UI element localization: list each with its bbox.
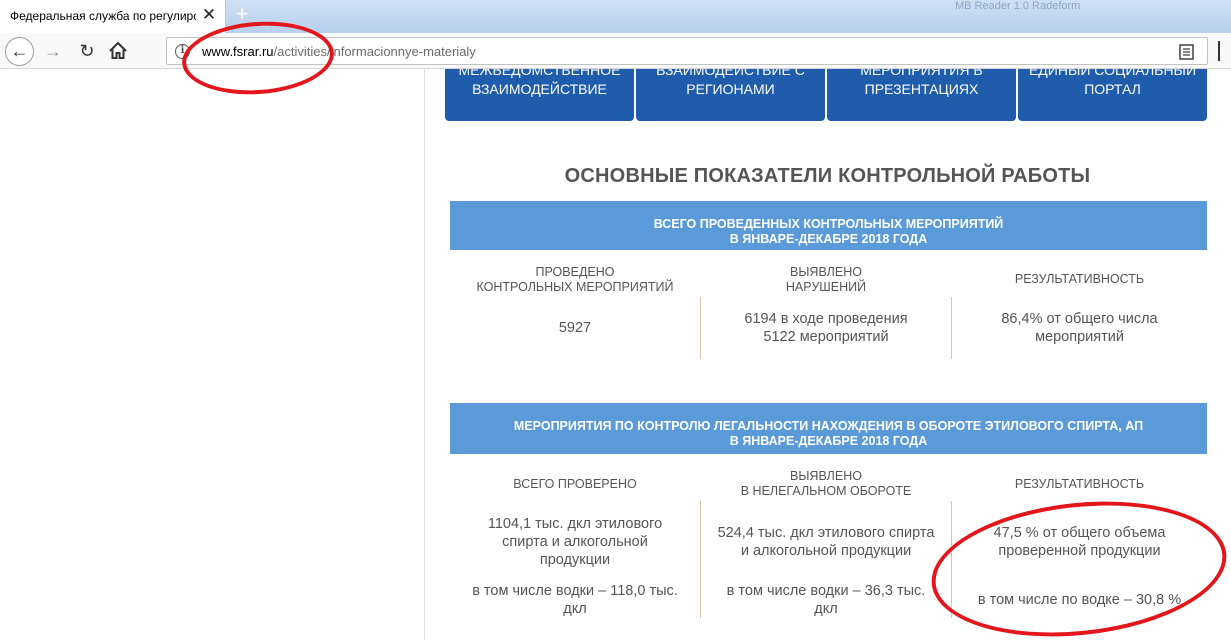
s2-col2-header: Выявлено в нелегальном обороте: [701, 469, 951, 499]
header-line: Выявлено: [790, 469, 862, 483]
value-line: продукции: [539, 552, 611, 568]
band-text-line: В ЯНВАРЕ-ДЕКАБРЕ 2018 ГОДА: [729, 232, 928, 246]
value-line: 1104,1 тыс. дкл этилового: [487, 516, 663, 532]
header-line: нарушений: [785, 280, 867, 294]
value-line: дкл: [814, 601, 838, 617]
section2-header-band: МЕРОПРИЯТИЯ ПО КОНТРОЛЮ ЛЕГАЛЬНОСТИ НАХО…: [450, 403, 1207, 454]
header-line: Выявлено: [790, 265, 862, 279]
button-label-line: мероприятия в: [860, 69, 983, 78]
window-title-ghost: МВ Reader 1.0 Radeform: [955, 0, 1081, 12]
page-content: межведомственное взаимодействие взаимоде…: [0, 69, 1231, 640]
value-line: дкл: [563, 601, 587, 617]
value-line: проверенной продукции: [998, 543, 1161, 559]
toolbar-edge-divider: [1218, 41, 1220, 61]
s1-col3-value: 86,4% от общего числа мероприятий: [952, 310, 1207, 346]
url-domain: www.fsrar.ru: [202, 44, 274, 59]
header-line: Проведено: [535, 265, 615, 279]
left-column-divider: [424, 69, 425, 640]
button-label-line: презентациях: [864, 81, 979, 97]
button-label-line: единый социальный: [1028, 69, 1197, 78]
value-line: мероприятий: [1035, 329, 1124, 345]
s2-col3-subvalue: в том числе по водке – 30,8 %: [977, 592, 1182, 608]
button-label-line: портал: [1084, 81, 1141, 97]
button-label-line: регионами: [686, 81, 775, 97]
social-portal-button[interactable]: единый социальный портал: [1018, 69, 1207, 121]
browser-window: Федеральная служба по регулиро ✕ + МВ Re…: [0, 0, 1231, 640]
value-line: в том числе водки – 118,0 тыс.: [472, 583, 678, 599]
address-bar[interactable]: i www.fsrar.ru/activities/informacionnye…: [166, 37, 1208, 65]
interagency-button[interactable]: межведомственное взаимодействие: [445, 69, 634, 121]
navigation-bar: ← → ↻ i www.fsrar.ru/activities/informac…: [0, 33, 1231, 69]
value-line: 5122 мероприятий: [763, 329, 889, 345]
band-text-line: ВСЕГО ПРОВЕДЕННЫХ КОНТРОЛЬНЫХ МЕРОПРИЯТИ…: [653, 217, 1004, 231]
s1-col2-value: 6194 в ходе проведения 5122 мероприятий: [701, 310, 951, 346]
value-line: и алкогольной продукции: [740, 543, 912, 559]
url-path: /activities/informacionnye-materialy: [273, 44, 476, 59]
tab-title: Федеральная служба по регулиро: [10, 9, 196, 23]
header-line: в нелегальном обороте: [740, 484, 912, 498]
s1-col1-value: 5927: [558, 320, 592, 336]
s2-col3-header: Результативность: [1014, 477, 1145, 491]
reader-view-icon[interactable]: [1179, 44, 1194, 60]
back-button[interactable]: ←: [5, 37, 34, 66]
s1-col1-header: Проведено контрольных мероприятий: [450, 265, 700, 295]
new-tab-icon[interactable]: +: [231, 2, 253, 26]
url-text[interactable]: www.fsrar.ru/activities/informacionnye-m…: [202, 44, 476, 59]
s2-col2-subvalue: в том числе водки – 36,3 тыс. дкл: [701, 582, 951, 618]
button-label-line: взаимодействие: [472, 81, 607, 97]
s1-col2-header: Выявлено нарушений: [701, 265, 951, 295]
value-line: 47,5 % от общего объема: [993, 525, 1166, 541]
section1-header-band: ВСЕГО ПРОВЕДЕННЫХ КОНТРОЛЬНЫХ МЕРОПРИЯТИ…: [450, 201, 1207, 250]
value-line: в том числе водки – 36,3 тыс.: [726, 583, 926, 599]
site-info-icon[interactable]: i: [175, 44, 190, 59]
value-line: 6194 в ходе проведения: [744, 311, 908, 327]
s2-col1-subvalue: в том числе водки – 118,0 тыс. дкл: [450, 582, 700, 618]
forward-button[interactable]: →: [41, 39, 65, 63]
s2-col3-value: 47,5 % от общего объема проверенной прод…: [952, 524, 1207, 560]
regions-button[interactable]: взаимодействие с регионами: [636, 69, 825, 121]
presentations-button[interactable]: мероприятия в презентациях: [827, 69, 1016, 121]
band-text-line: В ЯНВАРЕ-ДЕКАБРЕ 2018 ГОДА: [729, 434, 928, 448]
s1-col3-header: Результативность: [1014, 272, 1145, 286]
reload-button[interactable]: ↻: [75, 39, 99, 63]
active-tab[interactable]: Федеральная служба по регулиро ✕: [0, 0, 226, 33]
button-label-line: межведомственное: [458, 69, 621, 78]
band-text-line: МЕРОПРИЯТИЯ ПО КОНТРОЛЮ ЛЕГАЛЬНОСТИ НАХО…: [513, 419, 1144, 433]
header-line: контрольных мероприятий: [476, 280, 674, 294]
section-buttons: межведомственное взаимодействие взаимоде…: [445, 69, 1207, 121]
value-line: спирта и алкогольной: [502, 534, 648, 550]
value-line: 524,4 тыс. дкл этилового спирта: [717, 525, 935, 541]
value-line: 86,4% от общего числа: [1001, 311, 1158, 327]
tab-strip: Федеральная служба по регулиро ✕ + МВ Re…: [0, 0, 1231, 33]
s2-col1-value: 1104,1 тыс. дкл этилового спирта и алког…: [450, 515, 700, 569]
button-label-line: взаимодействие с: [656, 69, 805, 78]
home-icon[interactable]: [106, 39, 130, 63]
s2-col1-header: Всего проверено: [513, 477, 637, 491]
close-tab-icon[interactable]: ✕: [199, 5, 219, 25]
s2-col2-value: 524,4 тыс. дкл этилового спирта и алкого…: [701, 524, 951, 560]
page-title: ОСНОВНЫЕ ПОКАЗАТЕЛИ КОНТРОЛЬНОЙ РАБОТЫ: [564, 165, 1091, 187]
